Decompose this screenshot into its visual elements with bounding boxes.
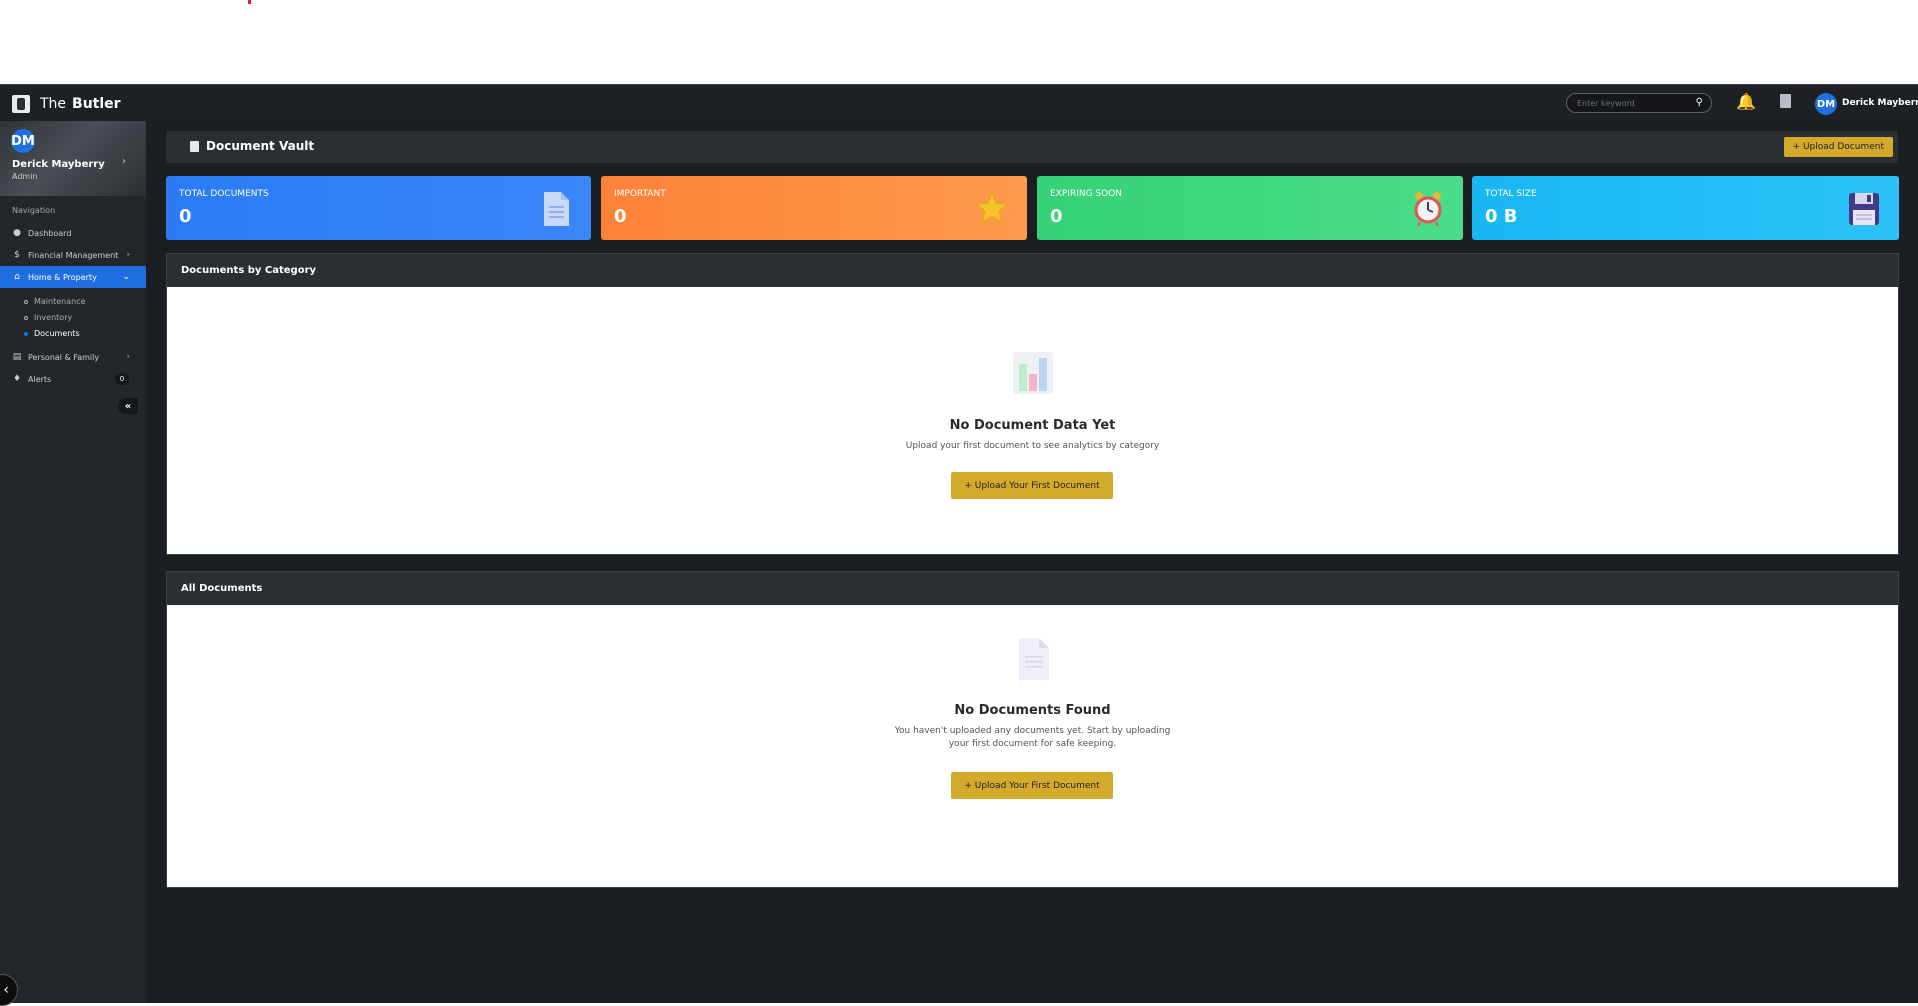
app-shell: The Butler ⚲ 🔔 DM Derick Mayberry▾ DM De… [0, 84, 1918, 1006]
sidebar-item-financial-management[interactable]: $ Financial Management › [0, 244, 146, 266]
empty-state-text: Upload your first document to see analyt… [905, 441, 1160, 451]
sidebar-subitem-inventory[interactable]: Inventory [24, 313, 72, 322]
category-card: Documents by Category No Document Data Y… [166, 253, 1899, 555]
sidebar-subitem-maintenance[interactable]: Maintenance [24, 297, 86, 306]
user-avatar[interactable]: DM [1815, 93, 1837, 115]
alerts-count-badge: 0 [115, 373, 129, 385]
document-icon [190, 140, 199, 152]
empty-document-icon [1019, 638, 1049, 680]
sidebar: DM Derick Mayberry Admin › Navigation ● … [0, 121, 146, 1006]
floppy-disk-icon [1849, 193, 1879, 225]
sidebar-item-home-property[interactable]: ⌂ Home & Property ⌄ [0, 266, 146, 288]
brand-prefix: The [40, 96, 67, 112]
stat-value: 0 B [1485, 206, 1518, 227]
sidebar-profile[interactable]: DM Derick Mayberry Admin › [0, 121, 146, 196]
sidebar-subitem-label: Maintenance [34, 297, 86, 306]
sidebar-item-label: Home & Property [28, 272, 97, 282]
stat-label: TOTAL DOCUMENTS [179, 189, 269, 199]
profile-avatar: DM [11, 129, 35, 153]
empty-state-text-line1: You haven't uploaded any documents yet. … [894, 726, 1171, 736]
sidebar-item-personal-family[interactable]: ▤ Personal & Family › [0, 346, 146, 368]
butler-logo-icon [12, 95, 30, 113]
home-icon: ⌂ [14, 272, 20, 282]
search-icon[interactable]: ⚲ [1696, 97, 1703, 108]
user-name: Derick Mayberry [1842, 98, 1918, 108]
page-title-text: Document Vault [206, 139, 315, 153]
all-documents-card: All Documents No Documents Found You hav… [166, 571, 1899, 888]
nav-section-title: Navigation [12, 206, 56, 215]
search-box: ⚲ [1566, 93, 1712, 113]
sidebar-item-label: Financial Management [28, 250, 119, 260]
chevron-right-icon: › [126, 250, 130, 260]
stat-card-total-documents: TOTAL DOCUMENTS 0 [166, 176, 591, 240]
sidebar-subitem-label: Documents [34, 329, 80, 338]
bullet-icon [24, 315, 28, 320]
bullet-icon [24, 299, 28, 304]
document-icon [544, 192, 569, 226]
brand-name: Butler [72, 96, 121, 112]
stat-card-expiring-soon: EXPIRING SOON 0 [1037, 176, 1463, 240]
sidebar-item-label: Alerts [28, 374, 52, 384]
sidebar-item-dashboard[interactable]: ● Dashboard [0, 222, 146, 244]
empty-state-text-line2: your first document for safe keeping. [948, 739, 1117, 749]
top-navbar: The Butler ⚲ 🔔 DM Derick Mayberry▾ [0, 84, 1918, 121]
chevron-right-icon: › [126, 352, 130, 362]
page-title: Document Vault [190, 139, 314, 153]
dollar-icon: $ [14, 250, 20, 260]
search-input[interactable] [1577, 96, 1687, 111]
empty-state-title: No Document Data Yet [949, 418, 1116, 433]
chevron-right-icon: › [122, 156, 126, 167]
sidebar-item-alerts[interactable]: ♦ Alerts 0 [0, 368, 146, 390]
floating-toggle-icon[interactable]: ‹ [0, 974, 18, 1006]
family-icon: ▤ [12, 352, 22, 362]
stat-label: EXPIRING SOON [1050, 189, 1123, 199]
upload-first-document-button[interactable]: + Upload Your First Document [951, 772, 1113, 799]
stat-card-important: IMPORTANT 0 [601, 176, 1027, 240]
stat-value: 0 [614, 206, 627, 227]
alarm-clock-icon [1414, 192, 1442, 227]
notification-bell-icon[interactable]: 🔔 [1736, 92, 1756, 111]
bar-chart-icon [1013, 352, 1053, 394]
calculator-icon[interactable] [1780, 94, 1791, 108]
dashboard-icon: ● [13, 228, 21, 238]
blank-top-area [0, 0, 1918, 84]
user-menu-toggle[interactable]: Derick Mayberry▾ [1842, 98, 1918, 108]
sidebar-item-label: Personal & Family [28, 352, 100, 362]
red-marker [248, 0, 251, 4]
brand[interactable]: The Butler [12, 93, 121, 115]
collapse-sidebar-icon[interactable]: « [118, 398, 138, 414]
star-icon [975, 191, 1009, 224]
upload-first-document-button[interactable]: + Upload Your First Document [951, 472, 1113, 499]
card-header: Documents by Category [167, 254, 1898, 287]
page-header: Document Vault + Upload Document [166, 131, 1898, 163]
bullet-icon [24, 331, 28, 336]
chevron-down-icon: ⌄ [122, 272, 130, 282]
card-header: All Documents [167, 572, 1898, 605]
stat-value: 0 [1050, 206, 1063, 227]
sidebar-subitem-label: Inventory [34, 313, 73, 322]
stat-label: IMPORTANT [614, 189, 666, 199]
sidebar-item-label: Dashboard [28, 228, 72, 238]
stat-card-total-size: TOTAL SIZE 0 B [1472, 176, 1899, 240]
bell-icon: ♦ [12, 374, 22, 384]
upload-document-button[interactable]: + Upload Document [1783, 137, 1893, 157]
sidebar-subitem-documents[interactable]: Documents [24, 329, 80, 338]
empty-state-title: No Documents Found [954, 703, 1111, 718]
stat-label: TOTAL SIZE [1485, 189, 1537, 199]
profile-role: Admin [12, 172, 38, 181]
profile-name: Derick Mayberry [12, 159, 105, 170]
stat-value: 0 [179, 206, 192, 227]
